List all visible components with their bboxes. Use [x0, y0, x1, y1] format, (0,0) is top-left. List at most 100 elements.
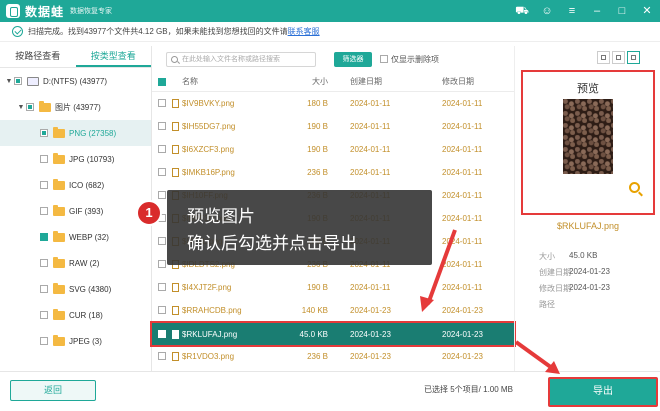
- table-row[interactable]: $IH55DG7.png 190 B 2024-01-11 2024-01-11: [152, 115, 514, 137]
- file-size: 190 B: [307, 121, 328, 131]
- row-checkbox[interactable]: [158, 330, 166, 338]
- table-row[interactable]: $RKLUFAJ.png 45.0 KB 2024-01-23 2024-01-23: [150, 321, 516, 347]
- file-size: 236 B: [307, 351, 328, 361]
- select-all-checkbox[interactable]: [158, 77, 166, 86]
- metadata-value: 2024-01-23: [569, 267, 610, 276]
- table-row[interactable]: $R1VDO3.png 236 B 2024-01-23 2024-01-23: [152, 345, 514, 367]
- row-checkbox[interactable]: [158, 99, 166, 107]
- menu-icon[interactable]: ≡: [565, 4, 579, 18]
- scan-status-bar: 扫描完成。找到43977个文件共4.12 GB，如果未能找到您想找回的文件请 联…: [0, 22, 660, 42]
- file-created: 2024-01-11: [350, 121, 391, 131]
- row-checkbox[interactable]: [158, 145, 166, 153]
- file-name: $IH55DG7.png: [182, 121, 236, 131]
- tree-item-label: JPG (10793): [69, 154, 115, 164]
- expand-arrow-icon[interactable]: ▼: [4, 78, 14, 85]
- back-button[interactable]: 返回: [10, 380, 96, 401]
- table-row[interactable]: $IMKB16P.png 236 B 2024-01-11 2024-01-11: [152, 161, 514, 183]
- row-checkbox[interactable]: [158, 122, 166, 130]
- table-row[interactable]: $IV9BVKY.png 180 B 2024-01-11 2024-01-11: [152, 92, 514, 114]
- tree-item[interactable]: JPG (10793): [0, 146, 151, 172]
- file-type-tree: ▼ D:(NTFS) (43977) ▼ 图片 (43977) PNG (27358) J…: [0, 68, 151, 354]
- tree-item[interactable]: SVG (4380): [0, 276, 151, 302]
- tree-checkbox[interactable]: [40, 155, 48, 163]
- cart-icon[interactable]: ⛟: [515, 4, 529, 18]
- tree-checkbox[interactable]: [26, 103, 34, 111]
- folder-icon: [53, 256, 65, 268]
- grid-view-icon[interactable]: [597, 51, 610, 64]
- scan-status-text: 扫描完成。找到43977个文件共4.12 GB，如果未能找到您想找回的文件请: [28, 27, 288, 36]
- file-size: 45.0 KB: [299, 329, 328, 339]
- selection-summary: 已选择 5个项目/ 1.00 MB: [424, 385, 513, 394]
- step-number-badge: 1: [136, 200, 162, 226]
- tree-checkbox[interactable]: [40, 285, 48, 293]
- column-modified[interactable]: 修改日期: [442, 76, 474, 87]
- row-checkbox[interactable]: [158, 283, 166, 291]
- tree-item[interactable]: CUR (18): [0, 302, 151, 328]
- file-modified: 2024-01-11: [442, 121, 483, 131]
- expand-arrow-icon[interactable]: ▼: [16, 104, 26, 111]
- export-button[interactable]: 导出: [548, 377, 658, 407]
- column-created[interactable]: 创建日期: [350, 76, 382, 87]
- file-name: $RKLUFAJ.png: [182, 329, 238, 339]
- search-input[interactable]: 在此处输入文件名称或路径搜索: [166, 51, 316, 67]
- app-logo-icon: [6, 4, 20, 18]
- tree-item-label: RAW (2): [69, 258, 100, 268]
- maximize-icon[interactable]: □: [615, 4, 629, 18]
- table-row[interactable]: $I6XZCF3.png 190 B 2024-01-11 2024-01-11: [152, 138, 514, 160]
- zoom-icon[interactable]: [629, 182, 640, 193]
- folder-icon: [53, 152, 65, 164]
- tree-item-label: ICO (682): [69, 180, 105, 190]
- table-row[interactable]: $I4XJT2F.png 190 B 2024-01-11 2024-01-11: [152, 276, 514, 298]
- tree-item[interactable]: RAW (2): [0, 250, 151, 276]
- row-checkbox[interactable]: [158, 352, 166, 360]
- scan-complete-icon: [12, 26, 23, 37]
- close-icon[interactable]: ✕: [640, 4, 654, 18]
- contact-support-link[interactable]: 联系客服: [288, 26, 320, 37]
- tree-item[interactable]: ▼ 图片 (43977): [0, 94, 151, 120]
- file-icon: [172, 121, 179, 131]
- tree-item[interactable]: WEBP (32): [0, 224, 151, 250]
- minimize-icon[interactable]: –: [590, 4, 604, 18]
- tree-checkbox[interactable]: [40, 233, 48, 241]
- file-icon: [172, 167, 179, 177]
- column-name[interactable]: 名称: [182, 76, 198, 87]
- file-name: $R1VDO3.png: [182, 351, 235, 361]
- tree-checkbox[interactable]: [14, 77, 22, 85]
- row-checkbox[interactable]: [158, 260, 166, 268]
- tree-item[interactable]: GIF (393): [0, 198, 151, 224]
- user-icon[interactable]: ☺: [540, 4, 554, 18]
- list-view-icon[interactable]: [612, 51, 625, 64]
- tab-by-type[interactable]: 按类型查看: [75, 46, 151, 67]
- tree-checkbox[interactable]: [40, 337, 48, 345]
- row-checkbox[interactable]: [158, 168, 166, 176]
- tree-checkbox[interactable]: [40, 311, 48, 319]
- tree-item[interactable]: JPEG (3): [0, 328, 151, 354]
- tree-item-label: PNG (27358): [69, 128, 117, 138]
- tree-checkbox[interactable]: [40, 259, 48, 267]
- drive-icon: [27, 76, 39, 86]
- tree-checkbox[interactable]: [40, 207, 48, 215]
- tab-by-path[interactable]: 按路径查看: [0, 46, 76, 67]
- metadata-label: 修改日期: [539, 284, 571, 293]
- column-size[interactable]: 大小: [282, 76, 328, 87]
- tree-item[interactable]: ▼ D:(NTFS) (43977): [0, 68, 151, 94]
- tree-item[interactable]: PNG (27358): [0, 120, 151, 146]
- row-checkbox[interactable]: [158, 306, 166, 314]
- deleted-only-checkbox[interactable]: [380, 55, 388, 63]
- detail-view-icon[interactable]: [627, 51, 640, 64]
- row-checkbox[interactable]: [158, 191, 166, 199]
- file-created: 2024-01-23: [350, 329, 391, 339]
- table-row[interactable]: $RRAHCDB.png 140 KB 2024-01-23 2024-01-23: [152, 299, 514, 321]
- file-created: 2024-01-23: [350, 305, 391, 315]
- view-toggles: [597, 51, 640, 64]
- deleted-only-toggle[interactable]: 仅显示删除项: [380, 54, 439, 65]
- tree-checkbox[interactable]: [40, 181, 48, 189]
- preview-title: 预览: [577, 83, 599, 95]
- tree-item-label: JPEG (3): [69, 336, 102, 346]
- filter-button[interactable]: 筛选器: [334, 51, 372, 67]
- tree-item[interactable]: ICO (682): [0, 172, 151, 198]
- tree-checkbox[interactable]: [40, 129, 48, 137]
- file-created: 2024-01-11: [350, 98, 391, 108]
- file-icon: [172, 351, 179, 361]
- row-checkbox[interactable]: [158, 237, 166, 245]
